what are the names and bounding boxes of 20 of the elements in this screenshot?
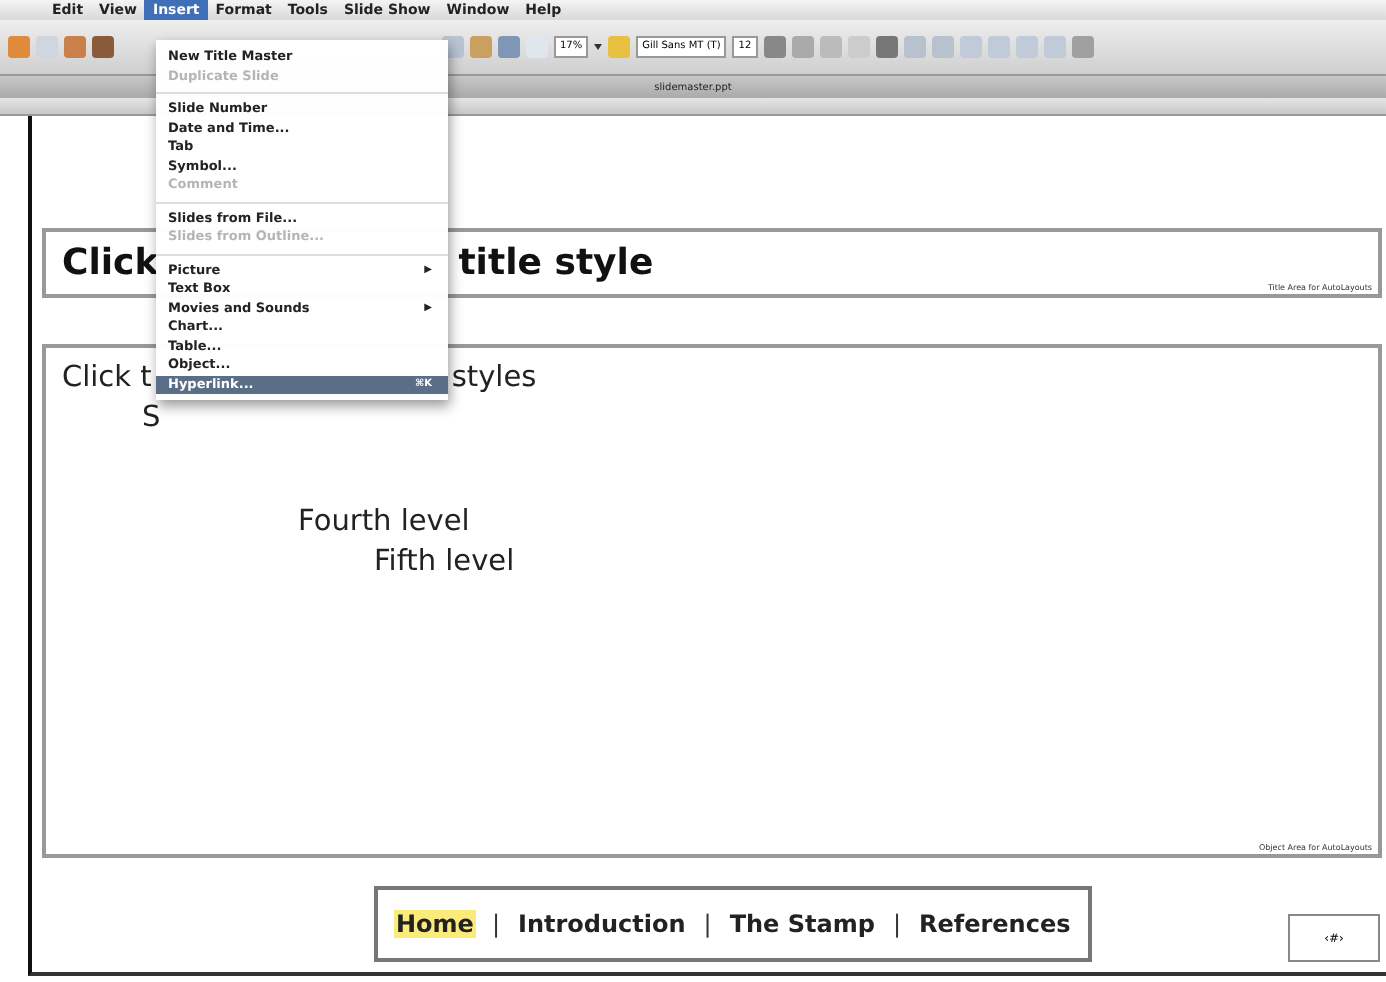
nav-link[interactable]: References	[917, 910, 1073, 938]
toolbar-icon[interactable]	[470, 36, 492, 58]
toolbar-icon[interactable]	[92, 36, 114, 58]
body-text: Fourth level	[298, 504, 470, 542]
toolbar-icon[interactable]	[64, 36, 86, 58]
toolbar-icon[interactable]	[498, 36, 520, 58]
nav-link[interactable]: Home	[394, 910, 476, 938]
separator-text: |	[892, 910, 901, 938]
toolbar-icon[interactable]	[8, 36, 30, 58]
title-text: Click	[62, 242, 159, 284]
dropdown-arrow-icon[interactable]	[594, 44, 603, 50]
nav-link[interactable]: The Stamp	[727, 910, 877, 938]
nav-link[interactable]: Introduction	[515, 910, 688, 938]
title-text: title style	[458, 242, 654, 284]
separator-text: |	[703, 910, 712, 938]
separator-text: |	[491, 910, 500, 938]
body-text: styles	[451, 360, 537, 398]
body-text: S	[142, 400, 161, 438]
body-text: Click t	[62, 360, 152, 398]
body-text: Fifth level	[374, 544, 515, 582]
